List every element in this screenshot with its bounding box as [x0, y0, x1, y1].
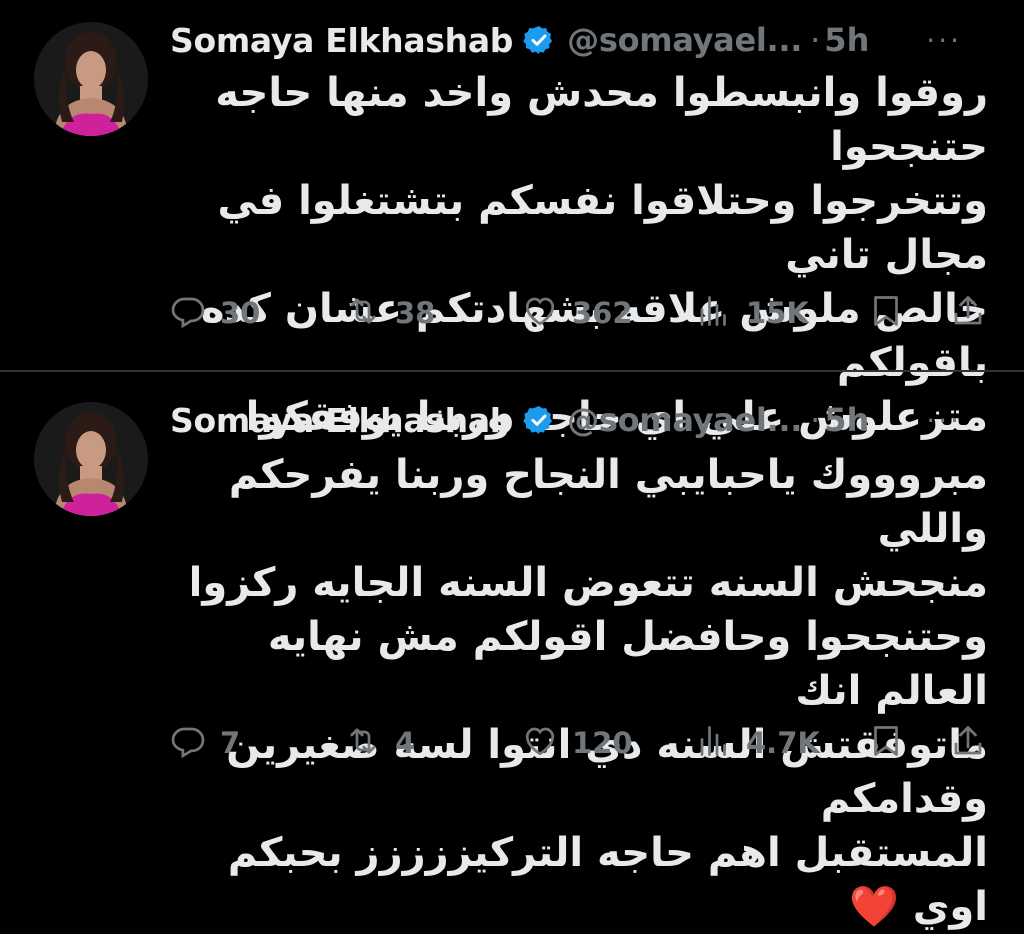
- reply-button[interactable]: 30: [170, 293, 260, 333]
- bookmark-icon: [868, 293, 904, 333]
- repost-count: 38: [395, 296, 436, 330]
- more-icon[interactable]: ···: [926, 404, 962, 437]
- verified-badge-icon: [523, 24, 555, 56]
- like-count: 362: [572, 296, 633, 330]
- reply-icon: [170, 723, 206, 763]
- bookmark-button[interactable]: [868, 723, 904, 763]
- repost-button[interactable]: 4: [345, 723, 415, 763]
- tweet-text-line: وتتخرجوا وحتلاقوا نفسكم بتشتغلوا في مجال…: [217, 178, 989, 278]
- share-icon: [950, 723, 986, 763]
- share-icon: [950, 293, 986, 333]
- author-handle[interactable]: @somayael...: [567, 401, 802, 439]
- tweet-text-line: مبروووك ياحبايبي النجاح وربنا يفرحكم وال…: [228, 452, 988, 552]
- author-name[interactable]: Somaya Elkhashab: [170, 21, 513, 60]
- repost-count: 4: [395, 726, 416, 760]
- like-button[interactable]: 362: [522, 293, 633, 333]
- verified-badge-icon: [523, 404, 555, 436]
- separator-dot: ·: [810, 21, 821, 59]
- views-button[interactable]: 15K: [696, 293, 809, 333]
- timestamp[interactable]: 5h: [824, 401, 869, 439]
- tweet-header: Somaya Elkhashab @somayael... · 5h ···: [170, 398, 994, 442]
- views-count: 15K: [746, 296, 809, 330]
- reply-button[interactable]: 7: [170, 723, 240, 763]
- tweet[interactable]: Somaya Elkhashab @somayael... · 5h ··· م…: [0, 372, 1024, 930]
- tweet-text: مبروووك ياحبايبي النجاح وربنا يفرحكم وال…: [168, 448, 988, 934]
- views-count: 4.7K: [746, 726, 820, 760]
- share-button[interactable]: [950, 723, 986, 763]
- author-handle[interactable]: @somayael...: [567, 21, 802, 59]
- tweet-header: Somaya Elkhashab @somayael... · 5h ···: [170, 18, 994, 62]
- separator-dot: ·: [810, 401, 821, 439]
- views-button[interactable]: 4.7K: [696, 723, 820, 763]
- tweet-text-line: روقوا وانبسطوا محدش واخد منها حاجه حتنجح…: [215, 70, 988, 170]
- reply-count: 30: [220, 296, 261, 330]
- reply-count: 7: [220, 726, 241, 760]
- repost-button[interactable]: 38: [345, 293, 435, 333]
- like-button[interactable]: 120: [522, 723, 633, 763]
- action-bar: 30 38 362 15K: [170, 293, 990, 333]
- timestamp[interactable]: 5h: [824, 21, 869, 59]
- tweet-text-line: المستقبل اهم حاجه التركيززززز بحبكم اوي …: [227, 830, 988, 930]
- like-icon: [522, 723, 558, 763]
- views-icon: [696, 723, 732, 763]
- share-button[interactable]: [950, 293, 986, 333]
- author-name[interactable]: Somaya Elkhashab: [170, 401, 513, 440]
- tweet[interactable]: Somaya Elkhashab @somayael... · 5h ··· ر…: [0, 0, 1024, 440]
- tweet-text-line: وحتنجحوا وحافضل اقولكم مش نهايه العالم ا…: [267, 614, 988, 714]
- reply-icon: [170, 293, 206, 333]
- tweet-text-line: منجحش السنه تتعوض السنه الجايه ركزوا: [188, 560, 988, 606]
- avatar[interactable]: [34, 22, 148, 136]
- avatar[interactable]: [34, 402, 148, 516]
- bookmark-button[interactable]: [868, 293, 904, 333]
- views-icon: [696, 293, 732, 333]
- more-icon[interactable]: ···: [926, 24, 962, 57]
- repost-icon: [345, 293, 381, 333]
- like-icon: [522, 293, 558, 333]
- like-count: 120: [572, 726, 633, 760]
- repost-icon: [345, 723, 381, 763]
- action-bar: 7 4 120 4.7K: [170, 723, 990, 763]
- bookmark-icon: [868, 723, 904, 763]
